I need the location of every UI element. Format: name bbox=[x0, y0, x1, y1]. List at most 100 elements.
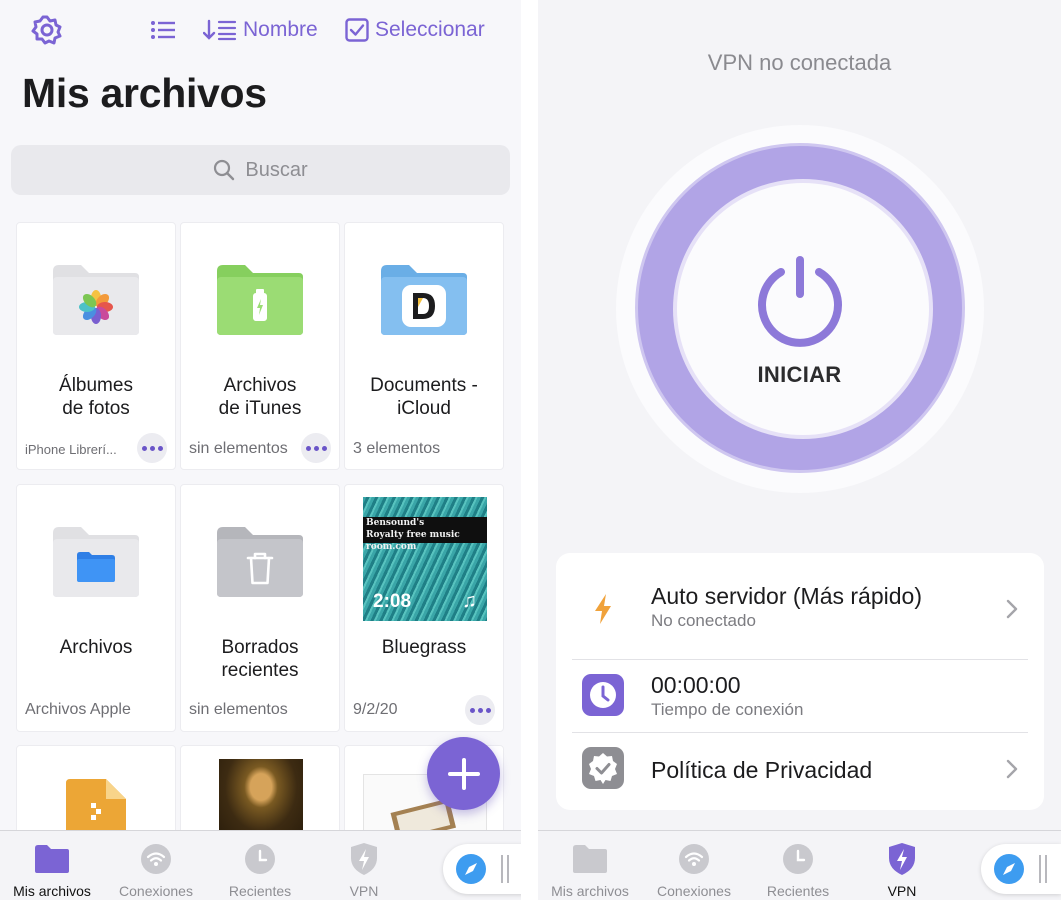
tile-meta: 9/2/20 bbox=[353, 701, 398, 718]
wifi-icon bbox=[141, 844, 171, 874]
split-divider[interactable] bbox=[521, 0, 538, 900]
drag-handle[interactable] bbox=[501, 855, 509, 883]
tab-connections[interactable]: Conexiones bbox=[642, 841, 746, 899]
chevron-right-icon bbox=[1006, 759, 1018, 779]
tab-label: Recientes bbox=[766, 883, 830, 899]
start-label[interactable]: INICIAR bbox=[538, 362, 1061, 388]
music-thumbnail: Bensound's Royalty free music room.com 2… bbox=[363, 497, 487, 621]
tile-name: Archivos de iTunes bbox=[218, 375, 302, 419]
painting-thumbnail bbox=[219, 759, 303, 839]
files-panel: Nombre Seleccionar Mis archivos Buscar Á… bbox=[0, 0, 521, 900]
shield-bolt-icon bbox=[351, 843, 377, 875]
browser-pill[interactable] bbox=[443, 844, 521, 894]
tile-meta: Archivos Apple bbox=[25, 701, 131, 718]
thumbnail-banner: Bensound's Royalty free music room.com bbox=[363, 517, 487, 552]
more-icon bbox=[305, 445, 327, 451]
folder-icon bbox=[573, 845, 607, 873]
tab-label: Mis archivos bbox=[13, 883, 91, 899]
tab-label: Recientes bbox=[228, 883, 292, 899]
tile-meta: sin elementos bbox=[189, 440, 288, 457]
row-subtitle: Tiempo de conexión bbox=[651, 700, 804, 719]
photos-folder-icon bbox=[53, 265, 139, 335]
shield-bolt-icon bbox=[889, 843, 915, 875]
search-placeholder: Buscar bbox=[245, 158, 308, 181]
vpn-status: VPN no conectada bbox=[707, 50, 892, 75]
row-title: Política de Privacidad bbox=[651, 757, 873, 783]
gear-icon[interactable] bbox=[30, 13, 64, 47]
folder-tile-recently-deleted[interactable]: Borrados recientes sin elementos bbox=[180, 484, 340, 732]
tile-name: Álbumes de fotos bbox=[59, 375, 133, 419]
more-button[interactable] bbox=[301, 433, 331, 463]
compass-icon bbox=[456, 854, 486, 884]
documents-folder-icon bbox=[381, 265, 467, 335]
row-auto-server[interactable]: Auto servidor (Más rápido) No conectado bbox=[556, 553, 1044, 659]
select-button[interactable]: Seleccionar bbox=[345, 14, 485, 46]
search-icon bbox=[214, 159, 235, 181]
folder-tile-photos[interactable]: Álbumes de fotos iPhone Librerí... bbox=[16, 222, 176, 470]
tab-vpn[interactable]: VPN bbox=[850, 841, 954, 899]
sort-button[interactable]: Nombre bbox=[203, 14, 318, 46]
tab-vpn[interactable]: VPN bbox=[312, 841, 416, 899]
power-icon[interactable] bbox=[751, 250, 849, 348]
plus-icon bbox=[447, 757, 480, 790]
page-title: Mis archivos bbox=[22, 70, 267, 116]
tab-label: Mis archivos bbox=[551, 883, 629, 899]
more-button[interactable] bbox=[137, 433, 167, 463]
tab-connections[interactable]: Conexiones bbox=[104, 841, 208, 899]
row-privacy-policy[interactable]: Política de Privacidad bbox=[556, 733, 1044, 805]
thumbnail-text: Bensound's bbox=[366, 518, 425, 528]
row-subtitle: No conectado bbox=[651, 611, 756, 630]
drag-handle[interactable] bbox=[1039, 855, 1047, 883]
tab-label: VPN bbox=[349, 883, 379, 899]
file-tile-bluegrass[interactable]: Bensound's Royalty free music room.com 2… bbox=[344, 484, 504, 732]
sort-icon bbox=[203, 19, 237, 41]
tile-meta: iPhone Librerí... bbox=[25, 442, 117, 457]
select-label: Seleccionar bbox=[375, 18, 485, 41]
more-button[interactable] bbox=[465, 695, 495, 725]
tile-name: Borrados recientes bbox=[221, 637, 299, 681]
tab-label: Conexiones bbox=[657, 883, 731, 899]
vpn-panel: VPN no conectada INICIAR Auto servidor (… bbox=[538, 0, 1061, 900]
music-note-icon: ♫ bbox=[462, 590, 477, 612]
clock-icon bbox=[582, 674, 624, 716]
add-button[interactable] bbox=[427, 737, 500, 810]
duration-label: 2:08 bbox=[373, 591, 412, 612]
badge-check-icon bbox=[582, 747, 624, 789]
tile-name: Archivos bbox=[59, 637, 133, 658]
more-icon bbox=[469, 707, 491, 713]
list-icon bbox=[151, 21, 175, 39]
tab-recent[interactable]: Recientes bbox=[746, 841, 850, 899]
tab-my-files[interactable]: Mis archivos bbox=[0, 841, 104, 899]
tab-bar: Mis archivos Conexiones Recientes VPN bbox=[538, 830, 1061, 900]
wifi-icon bbox=[679, 844, 709, 874]
search-input[interactable]: Buscar bbox=[11, 145, 510, 195]
list-view-button[interactable] bbox=[150, 14, 176, 46]
checkbox-icon bbox=[345, 18, 369, 42]
more-icon bbox=[141, 445, 163, 451]
browser-pill[interactable] bbox=[981, 844, 1061, 894]
vpn-info-card: Auto servidor (Más rápido) No conectado … bbox=[556, 553, 1044, 810]
sort-label: Nombre bbox=[243, 18, 318, 41]
tab-label: VPN bbox=[887, 883, 917, 899]
folder-icon bbox=[35, 845, 69, 873]
tile-name: Bluegrass bbox=[381, 637, 467, 658]
tile-name: Documents - iCloud bbox=[370, 375, 478, 419]
row-title: Auto servidor (Más rápido) bbox=[651, 583, 922, 609]
clock-icon bbox=[783, 844, 813, 874]
trash-folder-icon bbox=[217, 527, 303, 597]
tab-recent[interactable]: Recientes bbox=[208, 841, 312, 899]
row-connection-time: 00:00:00 Tiempo de conexión bbox=[556, 660, 1044, 732]
itunes-folder-icon bbox=[217, 265, 303, 335]
tab-bar: Mis archivos Conexiones Recientes VPN bbox=[0, 830, 521, 900]
tile-meta: sin elementos bbox=[189, 701, 288, 718]
thumbnail-text: Royalty free music room.com bbox=[366, 530, 460, 552]
files-folder-icon bbox=[53, 527, 139, 597]
tab-my-files[interactable]: Mis archivos bbox=[538, 841, 642, 899]
folder-tile-files[interactable]: Archivos Archivos Apple bbox=[16, 484, 176, 732]
folder-tile-itunes[interactable]: Archivos de iTunes sin elementos bbox=[180, 222, 340, 470]
folder-tile-documents-icloud[interactable]: Documents - iCloud 3 elementos bbox=[344, 222, 504, 470]
tile-meta: 3 elementos bbox=[353, 440, 441, 457]
clock-icon bbox=[245, 844, 275, 874]
compass-icon bbox=[994, 854, 1024, 884]
bolt-icon bbox=[595, 594, 611, 624]
